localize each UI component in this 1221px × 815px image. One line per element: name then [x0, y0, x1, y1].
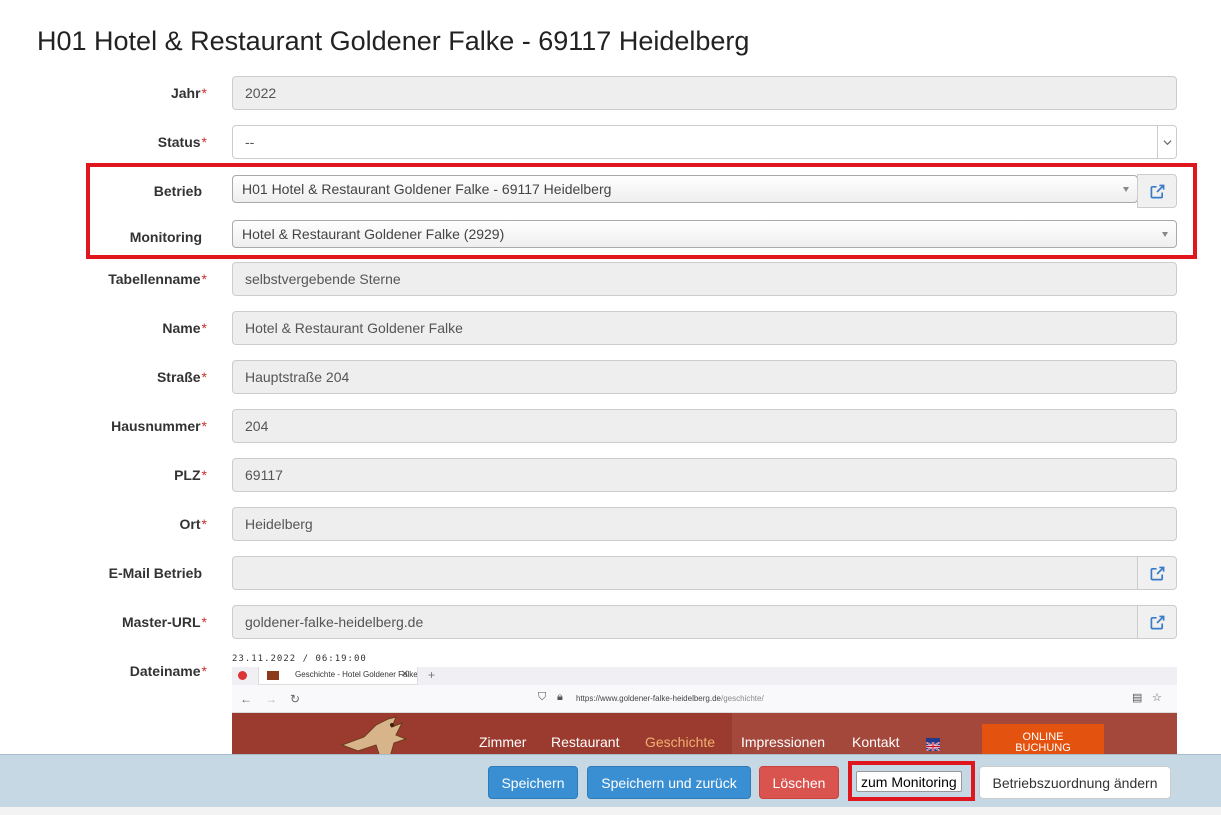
browser-close-dot-icon: [238, 671, 247, 680]
external-link-icon: [1150, 566, 1164, 580]
browser-tab: Geschichte - Hotel Goldener Falke ✕: [258, 667, 418, 685]
site-nav-kontakt: Kontakt: [852, 734, 900, 750]
site-nav-zimmer: Zimmer: [479, 734, 527, 750]
page-title: H01 Hotel & Restaurant Goldener Falke - …: [37, 26, 750, 56]
plz-field[interactable]: 69117: [232, 458, 1177, 492]
form-row-status: Status* --: [0, 125, 1221, 159]
website-screenshot-preview[interactable]: 23.11.2022 / 06:19:00 Geschichte - Hotel…: [232, 652, 1177, 756]
form-row-hausnummer: Hausnummer* 204: [0, 409, 1221, 443]
hausnummer-field[interactable]: 204: [232, 409, 1177, 443]
plz-label: PLZ*: [174, 467, 207, 483]
email-field[interactable]: [232, 556, 1138, 590]
status-select[interactable]: --: [232, 125, 1177, 159]
screenshot-timestamp: 23.11.2022 / 06:19:00: [232, 654, 367, 664]
form-row-email: E-Mail Betrieb: [0, 556, 1221, 590]
site-nav-impressionen: Impressionen: [741, 734, 826, 750]
form-row-tabellenname: Tabellenname* selbstvergebende Sterne: [0, 262, 1221, 296]
bookmark-star-icon: ☆: [1152, 692, 1162, 704]
shield-icon: ⛉: [538, 691, 547, 703]
form-row-plz: PLZ* 69117: [0, 458, 1221, 492]
hausnummer-label: Hausnummer*: [111, 418, 207, 434]
highlight-betrieb-monitoring: [86, 163, 1197, 259]
form-row-name: Name* Hotel & Restaurant Goldener Falke: [0, 311, 1221, 345]
jahr-field[interactable]: 2022: [232, 76, 1177, 110]
email-open-link-button[interactable]: [1137, 556, 1177, 590]
favicon-icon: [267, 671, 279, 680]
footer-bottom-strip: [0, 807, 1221, 815]
reader-view-icon: ▤: [1132, 692, 1143, 704]
online-booking-banner: ONLINE BUCHUNG: [982, 724, 1104, 756]
browser-url-bar: ← → ↻ ⛉ 🔒︎ https://www.goldener-falke-he…: [232, 685, 1177, 713]
external-link-icon: [1150, 615, 1164, 629]
ort-label: Ort*: [179, 516, 207, 532]
uk-flag-icon: [925, 738, 941, 752]
email-label: E-Mail Betrieb: [108, 565, 202, 581]
falcon-logo-icon: [340, 716, 408, 756]
delete-button[interactable]: Löschen: [759, 766, 839, 799]
master-url-label: Master-URL*: [121, 614, 207, 630]
form-row-strasse: Straße* Hauptstraße 204: [0, 360, 1221, 394]
lock-icon: 🔒︎: [557, 691, 563, 703]
website-header: Zimmer Restaurant Geschichte Impressione…: [232, 713, 1177, 756]
chevron-down-icon: [1157, 126, 1176, 158]
browser-url: https://www.goldener-falke-heidelberg.de…: [576, 694, 764, 703]
back-arrow-icon: ←: [240, 692, 252, 706]
to-monitoring-button[interactable]: zum Monitoring: [856, 771, 962, 792]
master-url-open-link-button[interactable]: [1137, 605, 1177, 639]
form-row-master-url: Master-URL* goldener-falke-heidelberg.de: [0, 605, 1221, 639]
strasse-label: Straße*: [156, 369, 207, 385]
site-nav-restaurant: Restaurant: [551, 734, 620, 750]
forward-arrow-icon: →: [265, 692, 277, 706]
dateiname-label: Dateiname*: [129, 663, 207, 679]
footer-toolbar: Speichern Speichern und zurück Löschen z…: [0, 754, 1221, 807]
jahr-label: Jahr*: [170, 85, 207, 101]
browser-tab-bar: Geschichte - Hotel Goldener Falke ✕ +: [232, 667, 1177, 685]
form-row-jahr: Jahr* 2022: [0, 76, 1221, 110]
tab-close-icon: ✕: [400, 669, 409, 680]
name-field[interactable]: Hotel & Restaurant Goldener Falke: [232, 311, 1177, 345]
name-label: Name*: [162, 320, 207, 336]
save-button[interactable]: Speichern: [488, 766, 578, 799]
strasse-field[interactable]: Hauptstraße 204: [232, 360, 1177, 394]
ort-field[interactable]: Heidelberg: [232, 507, 1177, 541]
new-tab-icon: +: [428, 668, 436, 682]
reload-icon: ↻: [290, 692, 301, 706]
tabellenname-field[interactable]: selbstvergebende Sterne: [232, 262, 1177, 296]
change-assignment-button[interactable]: Betriebszuordnung ändern: [979, 766, 1171, 799]
form-row-ort: Ort* Heidelberg: [0, 507, 1221, 541]
tabellenname-label: Tabellenname*: [108, 271, 207, 287]
status-label: Status*: [157, 134, 207, 150]
save-and-back-button[interactable]: Speichern und zurück: [587, 766, 751, 799]
master-url-field[interactable]: goldener-falke-heidelberg.de: [232, 605, 1138, 639]
site-nav-geschichte: Geschichte: [645, 734, 716, 750]
